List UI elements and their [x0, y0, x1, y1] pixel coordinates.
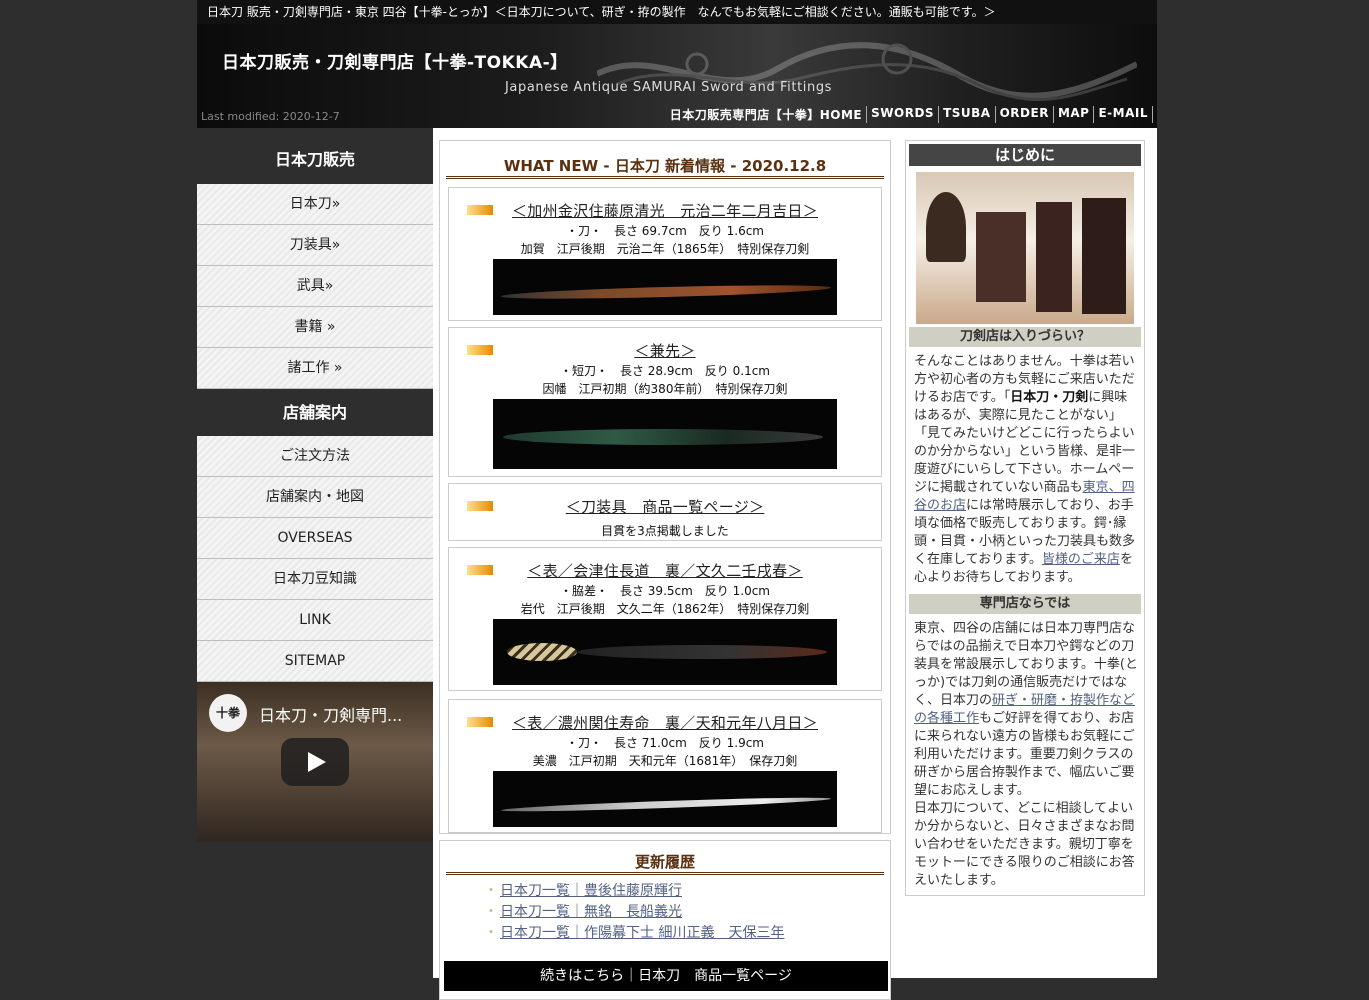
left-sidebar: 日本刀販売 日本刀» 刀装具» 武具» 書籍 » 諸工作 » 店舗案内 ご注文方…	[197, 128, 433, 978]
nav-tsuba[interactable]: TSUBA	[939, 106, 996, 123]
sidebar-item-store-map[interactable]: 店舗案内・地図	[197, 477, 433, 518]
video-embed[interactable]: 十拳 日本刀・刀剣専門...	[197, 682, 433, 842]
news-item: ＜表／会津住長道 裏／文久二壬戌春＞ ・脇差・ 長さ 39.5cm 反り 1.0…	[448, 547, 882, 691]
news-item-detail: 岩代 江戸後期 文久二年（1862年） 特別保存刀剣	[520, 602, 810, 616]
sidebar-item-armor[interactable]: 武具»	[197, 266, 433, 307]
site-title: 日本刀販売・刀剣専門店【十拳-TOKKA-】	[222, 53, 568, 73]
nav-home[interactable]: 日本刀販売専門店【十拳】HOME	[666, 106, 868, 123]
news-item-link[interactable]: ＜表／会津住長道 裏／文久二壬戌春＞	[449, 560, 881, 581]
top-info-bar: 日本刀 販売・刀剣専門店・東京 四谷【十拳-とっか】＜日本刀について、研ぎ・拵の…	[197, 0, 1157, 24]
nav-order[interactable]: ORDER	[996, 106, 1054, 123]
history-item[interactable]: 日本刀一覧｜無銘 長船義光	[484, 902, 890, 923]
sidebar-item-sitemap[interactable]: SITEMAP	[197, 641, 433, 682]
sidebar-item-swords[interactable]: 日本刀»	[197, 184, 433, 225]
video-title[interactable]: 日本刀・刀剣専門...	[259, 702, 402, 726]
specialty-text: 東京、四谷の店舗には日本刀専門店ならではの品揃えで日本刀や鍔などの刀装具を常設展…	[914, 621, 1138, 888]
sidebar-item-crafts[interactable]: 諸工作 »	[197, 348, 433, 389]
site-subtitle: Japanese Antique SAMURAI Sword and Fitti…	[505, 80, 833, 95]
news-item-link[interactable]: ＜加州金沢住藤原清光 元治二年二月吉日＞	[449, 200, 881, 221]
sidebar-item-knowledge[interactable]: 日本刀豆知識	[197, 559, 433, 600]
new-badge-icon	[467, 205, 493, 215]
news-item-detail: 加賀 江戸後期 元治二年（1865年） 特別保存刀剣	[520, 242, 810, 256]
sword-photo[interactable]	[493, 259, 837, 315]
store-photo	[916, 172, 1134, 324]
more-link-button[interactable]: 続きはこちら｜日本刀 商品一覧ページ	[444, 961, 888, 991]
top-nav: 日本刀販売専門店【十拳】HOME SWORDS TSUBA ORDER MAP …	[666, 106, 1153, 123]
news-box: WHAT NEW - 日本刀 新着情報 - 2020.12.8 ＜加州金沢住藤原…	[439, 140, 891, 834]
news-item-link[interactable]: ＜刀装具 商品一覧ページ＞	[449, 496, 881, 517]
new-badge-icon	[467, 565, 493, 575]
intro-text: そんなことはありません。十拳は若い方や初心者の方も気軽にご来店いただけるお店です…	[914, 354, 1136, 585]
sword-photo[interactable]	[493, 399, 837, 469]
news-item-spec: ・短刀・ 長さ 28.9cm 反り 0.1cm	[559, 364, 770, 378]
news-item: ＜兼先＞ ・短刀・ 長さ 28.9cm 反り 0.1cm 因幡 江戸初期（約38…	[448, 327, 882, 477]
sidebar-heading-sales: 日本刀販売	[274, 150, 355, 169]
sword-photo[interactable]	[493, 771, 837, 827]
history-item[interactable]: 日本刀一覧｜作陽幕下士 細川正義 天保三年	[484, 923, 890, 944]
news-item-detail: 因幡 江戸初期（約380年前） 特別保存刀剣	[542, 382, 788, 396]
news-heading: WHAT NEW - 日本刀 新着情報 - 2020.12.8	[446, 141, 884, 179]
last-modified: Last modified: 2020-12-7	[201, 110, 340, 123]
news-item: ＜加州金沢住藤原清光 元治二年二月吉日＞ ・刀・ 長さ 69.7cm 反り 1.…	[448, 187, 882, 321]
sword-photo[interactable]	[493, 619, 837, 685]
news-item: ＜表／濃州関住寿命 裏／天和元年八月日＞ ・刀・ 長さ 71.0cm 反り 1.…	[448, 699, 882, 833]
history-box: 更新履歴 日本刀一覧｜豊後住藤原輝行 日本刀一覧｜無銘 長船義光 日本刀一覧｜作…	[439, 840, 891, 1000]
news-item-link[interactable]: ＜表／濃州関住寿命 裏／天和元年八月日＞	[449, 712, 881, 733]
history-item[interactable]: 日本刀一覧｜豊後住藤原輝行	[484, 881, 890, 902]
section-heading: 刀剣店は入りづらい？	[909, 327, 1141, 347]
nav-email[interactable]: E-MAIL	[1094, 106, 1153, 123]
header-banner: 日本刀販売・刀剣専門店【十拳-TOKKA-】 Japanese Antique …	[197, 24, 1157, 128]
channel-logo: 十拳	[209, 694, 247, 732]
news-item-spec: ・刀・ 長さ 69.7cm 反り 1.6cm	[565, 224, 764, 238]
sidebar-item-fittings[interactable]: 刀装具»	[197, 225, 433, 266]
news-item-detail: 美濃 江戸初期 天和元年（1681年） 保存刀剣	[532, 754, 798, 768]
news-item-link[interactable]: ＜兼先＞	[449, 340, 881, 361]
play-icon[interactable]	[281, 738, 349, 786]
news-item-spec: ・刀・ 長さ 71.0cm 反り 1.9cm	[565, 736, 764, 750]
history-list: 日本刀一覧｜豊後住藤原輝行 日本刀一覧｜無銘 長船義光 日本刀一覧｜作陽幕下士 …	[440, 875, 890, 944]
main-content: WHAT NEW - 日本刀 新着情報 - 2020.12.8 ＜加州金沢住藤原…	[439, 134, 895, 1000]
sidebar-item-overseas[interactable]: OVERSEAS	[197, 518, 433, 559]
sidebar-item-link[interactable]: LINK	[197, 600, 433, 641]
history-heading: 更新履歴	[446, 841, 884, 875]
sidebar-item-books[interactable]: 書籍 »	[197, 307, 433, 348]
new-badge-icon	[467, 501, 493, 511]
sidebar-item-order[interactable]: ご注文方法	[197, 436, 433, 477]
section-heading: 専門店ならでは	[909, 594, 1141, 614]
page: 日本刀 販売・刀剣専門店・東京 四谷【十拳-とっか】＜日本刀について、研ぎ・拵の…	[197, 0, 1157, 1000]
news-item-spec: ・脇差・ 長さ 39.5cm 反り 1.0cm	[559, 584, 770, 598]
sidebar-heading-store: 店舗案内	[282, 403, 347, 422]
right-sidebar: はじめに 刀剣店は入りづらい？ そんなことはありません。十拳は若い方や初心者の方…	[905, 140, 1145, 896]
nav-map[interactable]: MAP	[1054, 106, 1095, 123]
new-badge-icon	[467, 717, 493, 727]
news-item: ＜刀装具 商品一覧ページ＞ 目貫を3点掲載しました	[448, 483, 882, 541]
intro-heading: はじめに	[909, 144, 1141, 166]
new-badge-icon	[467, 345, 493, 355]
visit-link[interactable]: 皆様のご来店	[1042, 552, 1120, 567]
news-item-spec: 目貫を3点掲載しました	[601, 524, 729, 538]
nav-swords[interactable]: SWORDS	[867, 106, 940, 123]
